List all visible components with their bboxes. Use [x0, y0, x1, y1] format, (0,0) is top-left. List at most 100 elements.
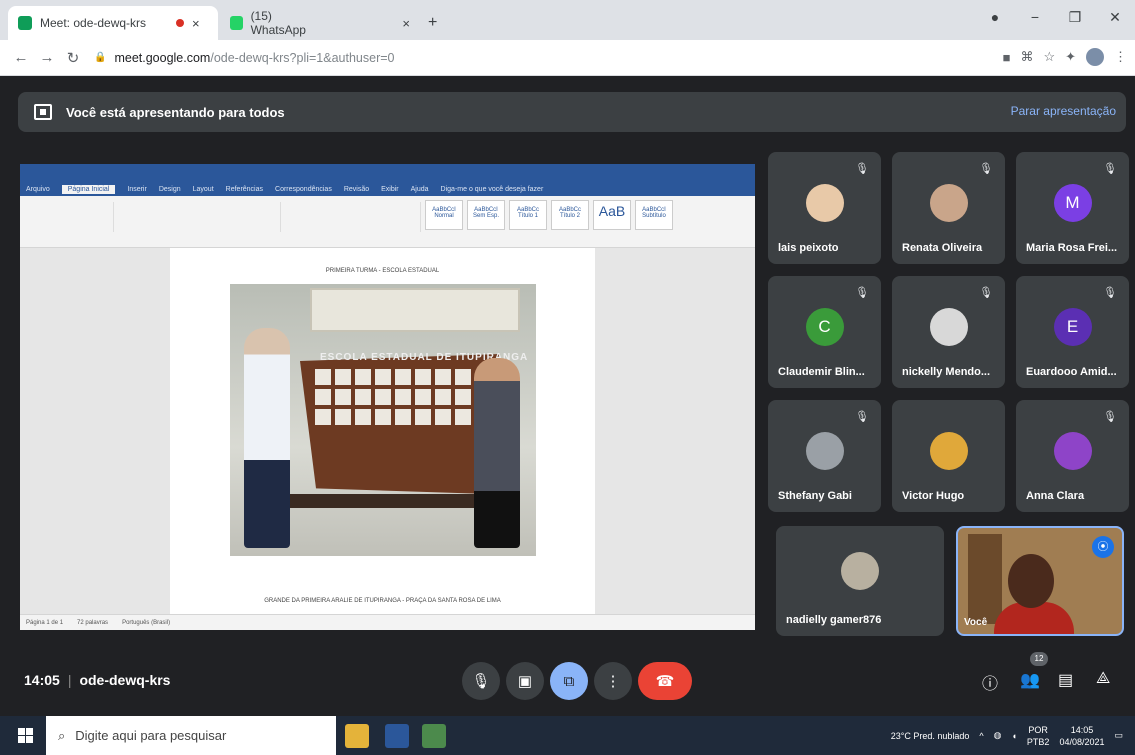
- translate-icon[interactable]: ⌘: [1020, 49, 1033, 65]
- participant-name: Sthefany Gabi: [778, 490, 852, 502]
- participant-tile[interactable]: 🎙 Renata Oliveira: [892, 152, 1005, 264]
- word-app-icon[interactable]: [385, 724, 409, 748]
- notifications-icon[interactable]: ▭: [1114, 730, 1123, 741]
- document-caption: GRANDE DA PRIMEIRA ARALIE DE ITUPIRANGA …: [264, 598, 501, 604]
- present-button[interactable]: ⧉: [550, 662, 588, 700]
- extensions-puzzle-icon[interactable]: ✦: [1065, 49, 1076, 65]
- word-title-bar: [20, 164, 755, 182]
- participant-name: Renata Oliveira: [902, 242, 983, 254]
- clock-date: 04/08/2021: [1059, 736, 1105, 747]
- participant-tile[interactable]: 🎙 lais peixoto: [768, 152, 881, 264]
- style-option[interactable]: AaBbCcI Subtítulo: [635, 200, 673, 230]
- word-menu-item[interactable]: Página Inicial: [61, 184, 116, 194]
- word-menu-item[interactable]: Ajuda: [411, 186, 429, 193]
- tab-meet[interactable]: Meet: ode-dewq-krs ×: [8, 6, 218, 40]
- end-call-button[interactable]: ☎: [638, 662, 692, 700]
- search-icon: ⌕: [58, 727, 66, 743]
- record-status-icon[interactable]: ●: [975, 9, 1015, 25]
- style-name: Sem Esp.: [472, 213, 499, 219]
- word-menu-item[interactable]: Correspondências: [275, 186, 332, 193]
- tab-whatsapp[interactable]: (15) WhatsApp ×: [220, 6, 420, 40]
- volume-icon[interactable]: ◖: [1011, 731, 1016, 741]
- word-menu-item[interactable]: Revisão: [344, 186, 369, 193]
- camera-icon[interactable]: ■: [1003, 50, 1011, 65]
- url-path: /ode-dewq-krs?pli=1&authuser=0: [210, 50, 395, 65]
- word-menu-item[interactable]: Layout: [193, 186, 214, 193]
- mic-muted-icon: 🎙: [979, 163, 993, 175]
- input-language[interactable]: POR PTB2: [1027, 724, 1050, 748]
- menu-dots-icon[interactable]: ⋮: [1114, 49, 1127, 65]
- profile-avatar[interactable]: [1086, 48, 1104, 66]
- participant-tile[interactable]: 🎙 C Claudemir Blin...: [768, 276, 881, 388]
- word-status-bar: Página 1 de 1 72 palavras Português (Bra…: [20, 614, 755, 630]
- word-menu-item[interactable]: Arquivo: [26, 186, 50, 193]
- word-menu-item[interactable]: Design: [159, 186, 181, 193]
- word-menu-item[interactable]: Exibir: [381, 186, 399, 193]
- mic-muted-icon: 🎙: [855, 163, 869, 175]
- windows-start-icon[interactable]: [18, 728, 33, 743]
- mic-muted-icon: 🎙: [855, 411, 869, 423]
- participant-name: Claudemir Blin...: [778, 366, 865, 378]
- style-name: Subtítulo: [642, 213, 666, 219]
- word-menu-item[interactable]: Referências: [226, 186, 263, 193]
- taskbar-search-box[interactable]: ⌕ Digite aqui para pesquisar: [46, 716, 336, 755]
- mic-button[interactable]: 🎙: [462, 662, 500, 700]
- presenting-text: Você está apresentando para todos: [66, 104, 285, 120]
- participant-name: Maria Rosa Frei...: [1026, 242, 1118, 254]
- weather-text[interactable]: 23°C Pred. nublado: [891, 731, 970, 741]
- participant-tile[interactable]: nadielly gamer876: [776, 526, 944, 636]
- participant-tile[interactable]: 🎙 Anna Clara: [1016, 400, 1129, 512]
- clock[interactable]: 14:05 04/08/2021: [1059, 724, 1104, 748]
- participant-tile[interactable]: 🎙 Sthefany Gabi: [768, 400, 881, 512]
- activities-icon[interactable]: ⟁: [1096, 670, 1110, 688]
- forward-icon[interactable]: →: [34, 49, 60, 66]
- tray-chevron-icon[interactable]: ^: [979, 731, 983, 741]
- reload-icon[interactable]: ↻: [60, 49, 86, 67]
- participant-tile[interactable]: Victor Hugo: [892, 400, 1005, 512]
- new-tab-button[interactable]: +: [418, 6, 448, 40]
- system-tray: 23°C Pred. nublado ^ ◍ ◖ POR PTB2 14:05 04…: [891, 716, 1123, 755]
- file-explorer-icon[interactable]: [345, 724, 369, 748]
- close-tab-icon[interactable]: ×: [192, 16, 200, 31]
- self-view-tile[interactable]: ⦿ Você: [956, 526, 1124, 636]
- back-icon[interactable]: ←: [8, 49, 34, 66]
- ribbon-styles-gallery: AaBbCcI Normal AaBbCcI Sem Esp. AaBbCc Títu…: [425, 200, 673, 230]
- style-option[interactable]: AaBbCcI Sem Esp.: [467, 200, 505, 230]
- participant-tile[interactable]: 🎙 M Maria Rosa Frei...: [1016, 152, 1129, 264]
- participant-tile[interactable]: 🎙 nickelly Mendo...: [892, 276, 1005, 388]
- network-icon[interactable]: ◍: [994, 730, 1002, 741]
- restore-icon[interactable]: ❐: [1055, 9, 1095, 26]
- participant-name: Victor Hugo: [902, 490, 965, 502]
- word-menu-bar: Arquivo Página Inicial Inserir Design La…: [20, 182, 755, 196]
- chat-icon[interactable]: ▤: [1058, 670, 1073, 690]
- star-icon[interactable]: ☆: [1043, 49, 1055, 65]
- camera-button[interactable]: ▣: [506, 662, 544, 700]
- more-options-button[interactable]: ⋮: [594, 662, 632, 700]
- document-page[interactable]: PRIMEIRA TURMA - ESCOLA ESTADUAL ESCOLA …: [170, 248, 595, 614]
- speaking-indicator-icon: ⦿: [1092, 536, 1114, 558]
- style-option[interactable]: AaB: [593, 200, 631, 230]
- people-icon[interactable]: 👥: [1020, 670, 1040, 690]
- present-screen-icon: [34, 104, 52, 120]
- lock-icon: 🔒: [94, 52, 107, 63]
- style-option[interactable]: AaBbCc Título 2: [551, 200, 589, 230]
- chrome-app-icon[interactable]: [422, 724, 446, 748]
- minimize-icon[interactable]: −: [1015, 9, 1055, 25]
- participant-name: Euardooo Amid...: [1026, 366, 1117, 378]
- avatar: [805, 184, 844, 222]
- close-window-icon[interactable]: ✕: [1095, 9, 1135, 26]
- close-tab-icon[interactable]: ×: [402, 16, 410, 31]
- stop-presenting-button[interactable]: Parar apresentação: [1011, 104, 1116, 118]
- avatar: E: [1053, 308, 1092, 346]
- info-icon[interactable]: ⓘ: [982, 670, 998, 694]
- word-menu-item[interactable]: Inserir: [127, 186, 146, 193]
- style-option[interactable]: AaBbCc Título 1: [509, 200, 547, 230]
- style-option[interactable]: AaBbCcI Normal: [425, 200, 463, 230]
- mic-muted-icon: 🎙: [1103, 287, 1117, 299]
- url-field[interactable]: 🔒 meet.google.com/ode-dewq-krs?pli=1&aut…: [94, 51, 395, 65]
- word-tell-me[interactable]: Diga-me o que você deseja fazer: [441, 186, 544, 193]
- present-icon: ⧉: [563, 672, 575, 690]
- participant-tile[interactable]: 🎙 E Euardooo Amid...: [1016, 276, 1129, 388]
- clock-time: 14:05: [1070, 724, 1094, 735]
- presenting-banner: Você está apresentando para todos Parar …: [18, 92, 1126, 132]
